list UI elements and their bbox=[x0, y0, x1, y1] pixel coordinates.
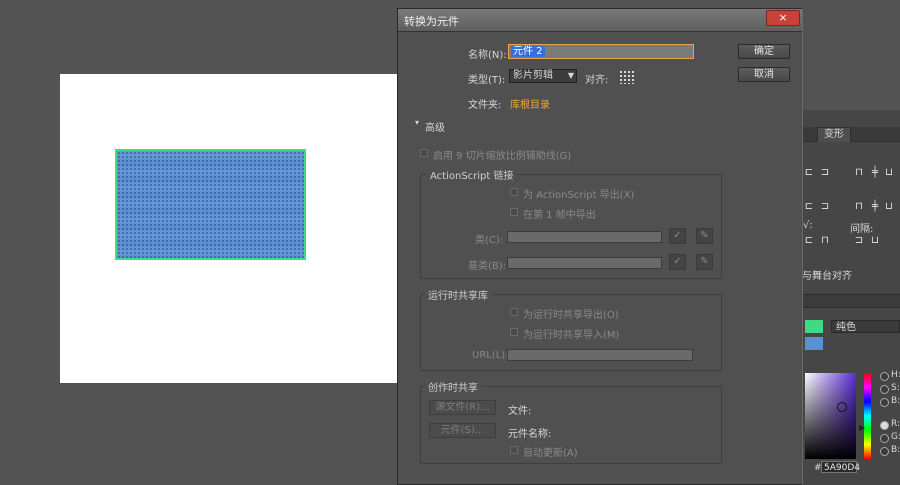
chevron-down-icon: ▼ bbox=[567, 71, 574, 80]
align-left-icon[interactable]: ⊏ bbox=[803, 168, 815, 178]
distribute-top-icon[interactable]: ⊓ bbox=[853, 202, 865, 212]
spacing-label: 间隔: bbox=[850, 224, 874, 235]
panel-tab-bar: 变形 bbox=[803, 127, 900, 142]
registration-grid-icon[interactable] bbox=[619, 70, 634, 84]
symbol-type-select[interactable]: 影片剪辑 ▼ bbox=[509, 69, 577, 83]
align-to-stage-label[interactable]: 与舞台对齐 bbox=[802, 267, 852, 282]
runtime-import-checkbox[interactable] bbox=[510, 328, 518, 336]
distribute-bottom-icon[interactable]: ⊔ bbox=[883, 202, 895, 212]
folder-link[interactable]: 库根目录 bbox=[510, 96, 550, 111]
symbol-name-input[interactable]: 元件 2 bbox=[508, 44, 694, 59]
export-as-label: 为 ActionScript 导出(X) bbox=[523, 190, 635, 201]
symbol-name-label: 元件名称: bbox=[508, 429, 552, 440]
match-width-icon[interactable]: ⊏ bbox=[803, 236, 815, 246]
auto-update-label: 自动更新(A) bbox=[523, 448, 578, 459]
guides-checkbox-label: 启用 9 切片缩放比例辅助线(G) bbox=[433, 151, 572, 162]
distribute-vcenter-icon[interactable]: ╪ bbox=[869, 202, 881, 212]
radio-g[interactable] bbox=[880, 434, 889, 443]
color-picker-cursor[interactable] bbox=[837, 402, 847, 412]
cancel-button[interactable]: 取消 bbox=[738, 67, 790, 82]
export-first-frame-label: 在第 1 帧中导出 bbox=[523, 210, 596, 221]
file-label: 文件: bbox=[508, 406, 532, 417]
stroke-color-swatch[interactable] bbox=[805, 320, 823, 333]
runtime-export-checkbox[interactable] bbox=[510, 308, 518, 316]
export-first-frame-checkbox[interactable] bbox=[510, 208, 518, 216]
radio-b-label: B: bbox=[891, 396, 900, 406]
radio-h[interactable] bbox=[880, 372, 889, 381]
hue-slider[interactable] bbox=[864, 373, 871, 459]
close-icon[interactable]: × bbox=[766, 10, 800, 26]
triangle-down-icon[interactable]: ▾ bbox=[415, 118, 419, 127]
align-hcenter-icon[interactable]: ⊐ bbox=[819, 168, 831, 178]
auto-update-checkbox[interactable] bbox=[510, 446, 518, 454]
advanced-toggle-label[interactable]: 高级 bbox=[425, 119, 445, 134]
match-height-icon[interactable]: ⊓ bbox=[819, 236, 831, 246]
radio-g-label: G: bbox=[891, 432, 900, 442]
radio-r-label: R: bbox=[891, 419, 900, 429]
color-picker-field[interactable] bbox=[805, 373, 856, 459]
url-label: URL(L): bbox=[472, 350, 509, 361]
radio-s[interactable] bbox=[880, 385, 889, 394]
color-panel-header bbox=[803, 294, 900, 308]
align-bottom-icon[interactable]: ⊔ bbox=[883, 168, 895, 178]
distribute-hcenter-icon[interactable]: ⊐ bbox=[819, 202, 831, 212]
color-type-select[interactable]: 纯色 bbox=[831, 320, 900, 333]
hue-slider-arrow-icon[interactable]: ▶ bbox=[859, 423, 865, 432]
base-class-input[interactable] bbox=[507, 257, 662, 269]
hex-color-input[interactable]: 5A90D4 bbox=[821, 461, 860, 473]
symbol-type-value: 影片剪辑 bbox=[513, 70, 553, 81]
folder-label: 文件夹: bbox=[468, 100, 502, 111]
align-vcenter-icon[interactable]: ╪ bbox=[869, 168, 881, 178]
space-horizontal-icon[interactable]: ⊐ bbox=[853, 236, 865, 246]
edit-class-icon[interactable]: ✎ bbox=[696, 228, 713, 244]
dialog-titlebar[interactable]: 转换为元件 × bbox=[398, 9, 802, 32]
right-panel: 变形 ⊏ ⊐ ⊓ ╪ ⊔ ⊏ ⊐ ⊓ ╪ ⊔ 间隔: √: ⊏ ⊓ ⊐ ⊔ 与舞… bbox=[802, 110, 900, 485]
class-label: 类(C): bbox=[475, 235, 504, 246]
space-vertical-icon[interactable]: ⊔ bbox=[869, 236, 881, 246]
authoring-sharing-title: 创作时共享 bbox=[424, 379, 482, 394]
class-input[interactable] bbox=[507, 231, 662, 243]
dialog-title: 转换为元件 bbox=[404, 15, 459, 28]
radio-h-label: H: bbox=[891, 370, 900, 380]
match-size-label: √: bbox=[803, 220, 813, 231]
radio-r[interactable] bbox=[880, 421, 889, 430]
selected-rectangle-shape[interactable] bbox=[115, 149, 306, 260]
align-top-icon[interactable]: ⊓ bbox=[853, 168, 865, 178]
runtime-sharing-title: 运行时共享库 bbox=[424, 287, 492, 302]
tab-transform[interactable]: 变形 bbox=[817, 127, 851, 142]
base-class-label: 基类(B): bbox=[468, 261, 507, 272]
runtime-export-label: 为运行时共享导出(O) bbox=[523, 310, 619, 321]
convert-to-symbol-dialog: 转换为元件 × 名称(N): 元件 2 类型(T): 影片剪辑 ▼ 对齐: 文件夹… bbox=[397, 8, 803, 485]
export-as-checkbox[interactable] bbox=[510, 188, 518, 196]
ok-button[interactable]: 确定 bbox=[738, 44, 790, 59]
radio-blue[interactable] bbox=[880, 447, 889, 456]
radio-blue-label: B: bbox=[891, 445, 900, 455]
guides-checkbox[interactable] bbox=[420, 149, 428, 157]
name-label: 名称(N): bbox=[468, 50, 507, 61]
radio-b[interactable] bbox=[880, 398, 889, 407]
url-input[interactable] bbox=[507, 349, 693, 361]
fill-color-swatch[interactable] bbox=[805, 337, 823, 350]
symbol-name-value: 元件 2 bbox=[511, 46, 545, 57]
validate-base-class-icon[interactable]: ✓ bbox=[669, 254, 686, 270]
radio-s-label: S: bbox=[891, 383, 900, 393]
source-file-button[interactable]: 源文件(R)... bbox=[429, 400, 496, 415]
stage-canvas[interactable] bbox=[60, 74, 405, 383]
validate-class-icon[interactable]: ✓ bbox=[669, 228, 686, 244]
runtime-import-label: 为运行时共享导入(M) bbox=[523, 330, 620, 341]
actionscript-group-title: ActionScript 链接 bbox=[426, 167, 518, 182]
registration-label: 对齐: bbox=[585, 75, 609, 86]
symbol-button[interactable]: 元件(S)... bbox=[429, 423, 496, 438]
type-label: 类型(T): bbox=[468, 75, 506, 86]
edit-base-class-icon[interactable]: ✎ bbox=[696, 254, 713, 270]
distribute-left-icon[interactable]: ⊏ bbox=[803, 202, 815, 212]
